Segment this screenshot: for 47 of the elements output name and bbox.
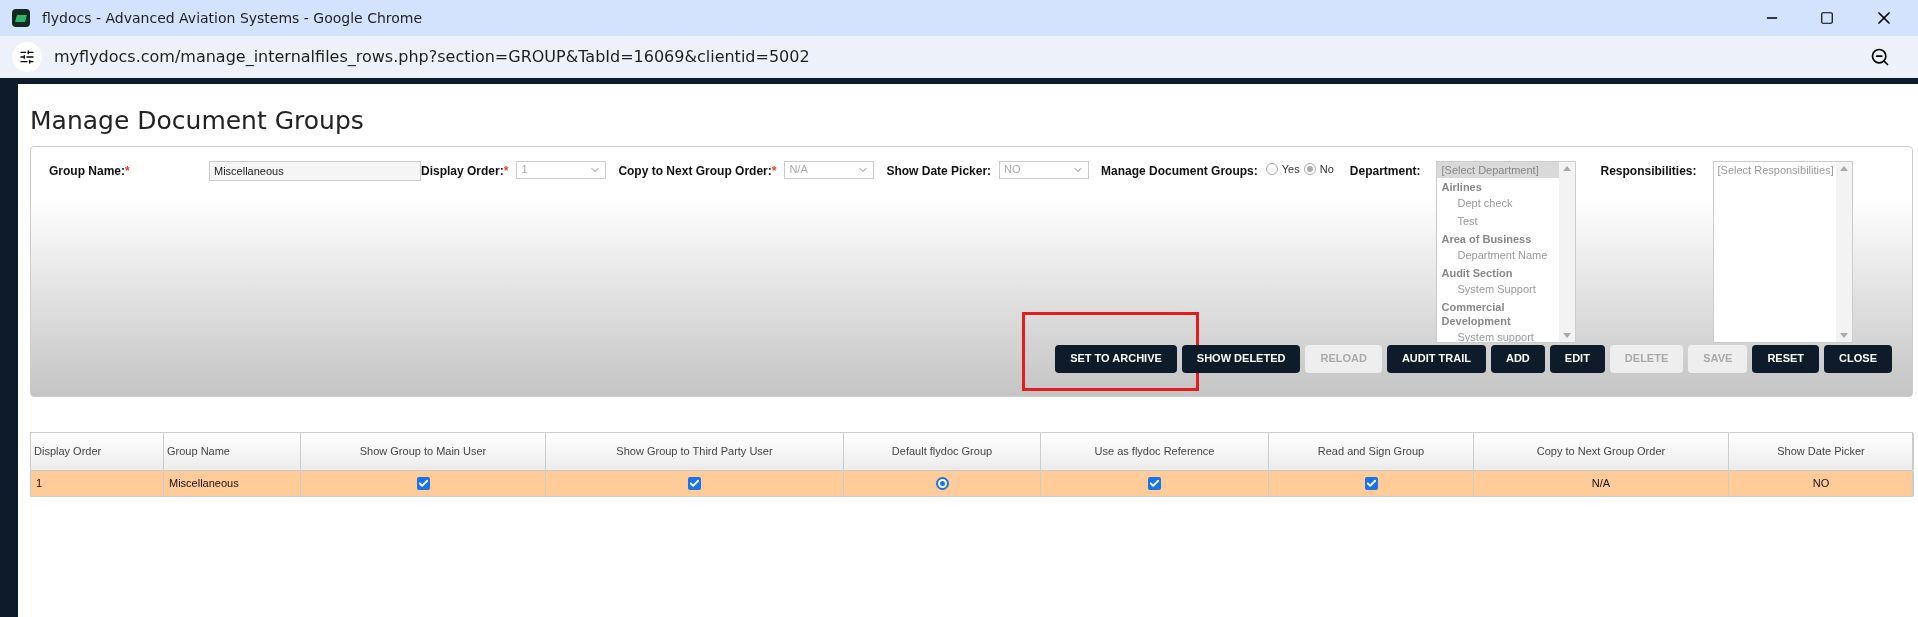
table-row[interactable]: 1 Miscellaneous N/A NO [31,469,1912,496]
checkbox[interactable] [416,476,430,490]
field-label: Show Date Picker: [886,162,992,180]
column-header[interactable]: Group Name [164,432,301,470]
column-header[interactable]: Show Group to Main User [301,432,546,470]
table-cell-text: N/A [1591,475,1611,491]
table-cell-text: NO [1812,475,1830,491]
action-button[interactable]: CLOSE [1824,344,1892,373]
group-name-field[interactable]: Miscellaneous [209,160,421,181]
window-title: flydocs - Advanced Aviation Systems - Google Chrome [42,8,423,28]
column-header[interactable]: Display Order [31,432,164,470]
field-label: Responsibilities: [1600,162,1697,180]
option-group-label: Area of Business [1440,231,1533,246]
action-button[interactable]: RESET [1752,344,1820,373]
field-label: Copy to Next Group Order:* [618,162,777,180]
url-text[interactable]: myflydocs.com/manage_internalfiles_rows.php?section=GROUP&TabId=16069&clientid=5002 [54,45,810,69]
radio-option[interactable]: Yes [1265,160,1300,177]
app-logo-icon [12,9,30,27]
column-header[interactable]: Default flydoc Group [844,432,1041,470]
zoom-out-icon[interactable] [1870,47,1890,67]
field-label: Manage Document Groups: [1101,162,1258,180]
table-cell-text: 1 [36,475,43,491]
page-heading: Manage Document Groups [30,105,365,137]
field-label: Display Order:* [421,162,509,180]
maximize-icon[interactable] [1820,11,1834,25]
option-group-label: Commercial Development [1440,299,1512,328]
checkbox[interactable] [1364,476,1378,490]
radio-button[interactable] [935,476,949,490]
site-settings-icon[interactable] [12,42,42,72]
option-group-label: Airlines [1440,179,1483,194]
field-label: Department: [1349,162,1421,180]
column-header[interactable]: Show Date Picker [1729,432,1914,470]
action-button[interactable]: SHOW DELETED [1181,344,1301,373]
option-group-label: Audit Section [1440,265,1514,280]
column-header[interactable]: Use as flydoc Reference [1041,432,1269,470]
checkbox[interactable] [1148,476,1161,490]
action-button[interactable]: SET TO ARCHIVE [1055,344,1177,373]
radio-option[interactable]: No [1303,160,1334,177]
action-button[interactable]: EDIT [1549,344,1605,373]
column-header[interactable]: Read and Sign Group [1269,432,1474,470]
column-header[interactable]: Copy to Next Group Order [1474,432,1729,470]
checkbox[interactable] [688,476,701,490]
column-header[interactable]: Show Group to Third Party User [546,432,844,470]
action-button[interactable]: ADD [1490,344,1545,373]
action-button[interactable]: AUDIT TRAIL [1386,344,1486,373]
table-cell-text: Miscellaneous [169,475,239,491]
field-label: Group Name:* [49,162,130,180]
